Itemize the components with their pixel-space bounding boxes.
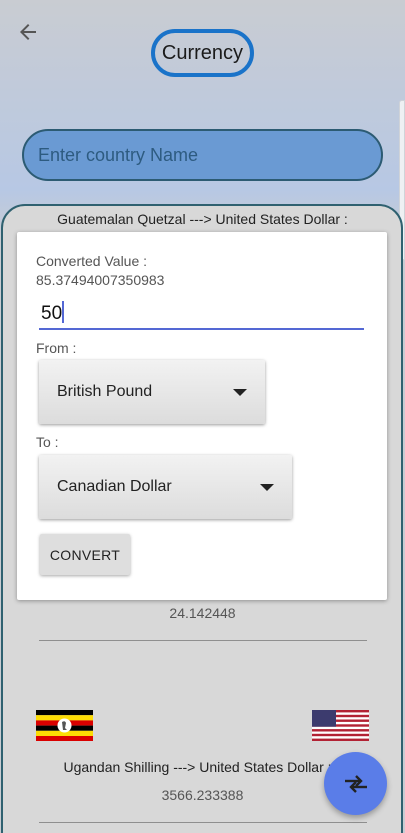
amount-input[interactable]: 50 bbox=[39, 298, 364, 330]
to-currency-select[interactable]: Canadian Dollar bbox=[39, 455, 292, 519]
page-title: Currency bbox=[151, 29, 254, 77]
amount-value: 50 bbox=[41, 303, 63, 324]
from-currency-select[interactable]: British Pound bbox=[39, 360, 265, 424]
to-currency-value: Canadian Dollar bbox=[57, 478, 172, 495]
swap-button[interactable] bbox=[324, 752, 387, 815]
uganda-flag-icon bbox=[36, 710, 93, 741]
triangle-down-icon bbox=[260, 484, 274, 491]
converted-value: 85.37494007350983 bbox=[36, 272, 165, 288]
list-item-value: 24.142448 bbox=[169, 605, 236, 621]
text-cursor bbox=[62, 301, 65, 323]
conversion-dialog: Converted Value : 85.37494007350983 50 F… bbox=[17, 232, 387, 600]
list-divider bbox=[39, 640, 367, 641]
from-currency-value: British Pound bbox=[57, 383, 153, 400]
swap-arrows-icon bbox=[344, 774, 367, 793]
back-button[interactable] bbox=[14, 18, 42, 46]
convert-button[interactable]: CONVERT bbox=[40, 534, 130, 575]
usa-flag-icon bbox=[312, 710, 369, 741]
triangle-down-icon bbox=[233, 389, 247, 396]
arrow-back-icon bbox=[20, 24, 36, 40]
converted-value-label: Converted Value : bbox=[36, 253, 148, 269]
to-label: To : bbox=[36, 434, 59, 450]
search-input[interactable] bbox=[38, 144, 381, 166]
list-item-title: Guatemalan Quetzal ---> United States Do… bbox=[57, 211, 348, 227]
search-field[interactable] bbox=[22, 129, 383, 181]
list-divider bbox=[39, 822, 367, 823]
from-label: From : bbox=[36, 340, 77, 356]
